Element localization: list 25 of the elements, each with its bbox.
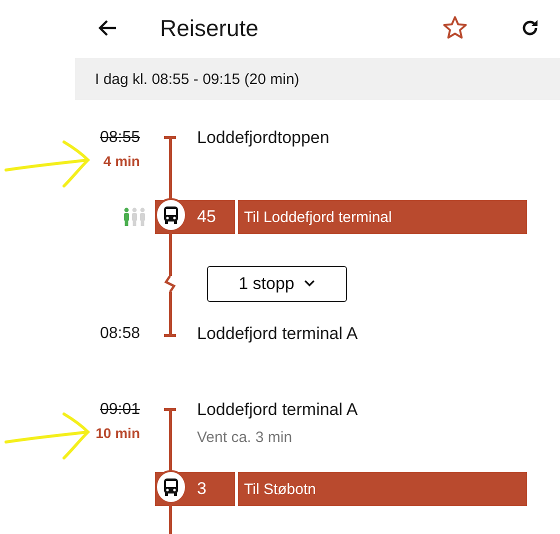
- stop-name: Loddefjordtoppen: [197, 128, 330, 148]
- route-line-drawing: [164, 256, 176, 311]
- stop-name: Loddefjord terminal A: [197, 400, 359, 420]
- wait-note: Vent ca. 3 min: [197, 429, 294, 446]
- route-destination[interactable]: Til Støbotn: [238, 472, 527, 506]
- route-line: [168, 506, 172, 534]
- route-number-badge[interactable]: 45: [155, 200, 235, 234]
- delay-label: 4 min: [103, 152, 140, 171]
- favorite-star-icon[interactable]: [442, 15, 468, 41]
- stop-name: Loddefjord terminal A: [197, 324, 359, 344]
- route-line: [168, 234, 172, 256]
- route-destination[interactable]: Til Loddefjord terminal: [238, 200, 527, 234]
- departure-time: 08:55: [100, 128, 140, 148]
- delay-label: 10 min: [96, 424, 140, 443]
- trip-summary: I dag kl. 08:55 - 09:15 (20 min): [95, 70, 300, 88]
- bus-icon: [155, 470, 187, 504]
- back-arrow-icon[interactable]: [98, 18, 118, 38]
- bus-icon: [155, 198, 187, 232]
- page-title: Reiserute: [160, 14, 258, 42]
- route-number-badge[interactable]: 3: [155, 472, 235, 506]
- refresh-icon[interactable]: [520, 18, 540, 38]
- departure-time: 09:01: [100, 400, 140, 420]
- chevron-icon: [304, 280, 316, 287]
- stops-toggle-button[interactable]: 1 stopp: [207, 266, 347, 302]
- departure-time: 08:58: [100, 324, 140, 344]
